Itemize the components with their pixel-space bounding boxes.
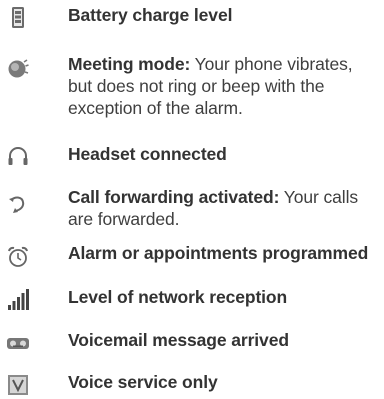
item-title: Headset connected	[68, 144, 227, 164]
alarm-clock-icon	[6, 245, 30, 269]
voice-service-icon	[6, 373, 30, 397]
battery-charge-icon	[6, 6, 30, 30]
item-title: Meeting mode:	[68, 54, 191, 74]
item-title: Call forwarding activated:	[68, 187, 280, 207]
item-title: Voicemail message arrived	[68, 330, 289, 350]
call-forward-icon	[6, 191, 30, 215]
status-icon-legend: Battery charge level Meeting mode: Your …	[0, 0, 384, 399]
signal-strength-icon	[6, 287, 30, 311]
meeting-mode-icon	[6, 57, 30, 81]
item-title: Battery charge level	[68, 5, 233, 25]
item-title: Voice service only	[68, 372, 218, 392]
item-title: Alarm or appointments programmed	[68, 243, 369, 263]
item-title: Level of network reception	[68, 287, 288, 307]
voicemail-icon	[6, 331, 30, 355]
headset-icon	[6, 144, 30, 168]
